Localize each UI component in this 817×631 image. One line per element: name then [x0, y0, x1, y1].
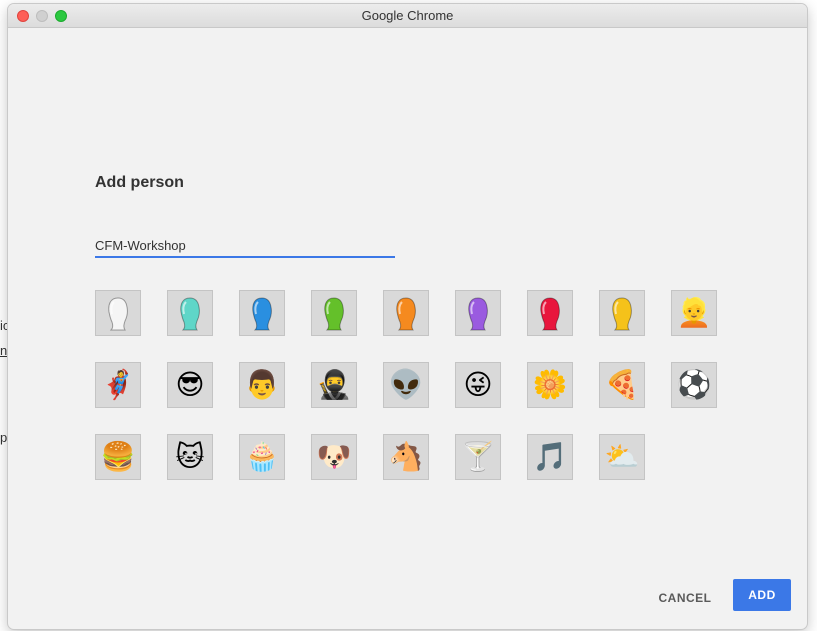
flower-icon: 🌼 [532, 368, 568, 401]
avatar-option[interactable]: 🍕 [599, 362, 645, 408]
avatar-option[interactable]: 👨 [239, 362, 285, 408]
avatar-option[interactable]: ⚽ [671, 362, 717, 408]
avatar-option[interactable]: 🦸 [95, 362, 141, 408]
avatar-option[interactable]: 🎵 [527, 434, 573, 480]
soccer-ball-icon: ⚽ [676, 368, 712, 401]
avatar-option[interactable] [239, 290, 285, 336]
avatar-option[interactable] [95, 290, 141, 336]
yellow-person-icon [612, 297, 632, 331]
avatar-option[interactable]: 👱 [671, 290, 717, 336]
avatar-option[interactable]: 🍔 [95, 434, 141, 480]
sun-cloud-icon: ⛅ [604, 440, 640, 473]
avatar-option[interactable]: 🐱 [167, 434, 213, 480]
chrome-window: Google Chrome Add person 👱 🦸 😎 👨 🥷 👽 😜 🌼 🍕 ⚽ 🍔 🐱 🧁 🐶 🐴… [8, 4, 807, 629]
alien-icon: 👽 [388, 368, 424, 401]
ninja-icon: 🥷 [316, 368, 352, 401]
superhero-icon: 🦸 [100, 368, 136, 401]
person-name-input[interactable] [95, 234, 395, 258]
teal-person-icon [180, 297, 200, 331]
blue-person-icon [252, 297, 272, 331]
cocktail-icon: 🍸 [460, 440, 496, 473]
avatar-option[interactable]: 😜 [455, 362, 501, 408]
add-button[interactable]: ADD [733, 579, 791, 611]
orange-person-icon [396, 297, 416, 331]
background-text-fragment: p [0, 430, 8, 445]
cancel-button[interactable]: CANCEL [648, 582, 722, 614]
horse-icon: 🐴 [388, 440, 424, 473]
window-title: Google Chrome [361, 8, 454, 23]
avatar-option[interactable]: ⛅ [599, 434, 645, 480]
avatar-option[interactable] [455, 290, 501, 336]
avatar-option[interactable] [311, 290, 357, 336]
avatar-option[interactable]: 👽 [383, 362, 429, 408]
green-person-icon [324, 297, 344, 331]
white-person-icon [108, 297, 128, 331]
avatar-option[interactable]: 😎 [167, 362, 213, 408]
title-bar: Google Chrome [8, 4, 807, 28]
cat-icon: 🐱 [175, 440, 205, 473]
smiley-icon: 😜 [463, 368, 493, 401]
avatar-option[interactable] [167, 290, 213, 336]
avatar-option[interactable]: 🐶 [311, 434, 357, 480]
dog-icon: 🐶 [316, 440, 352, 473]
avatar-option[interactable] [599, 290, 645, 336]
avatar-option[interactable]: 🌼 [527, 362, 573, 408]
purple-person-icon [468, 297, 488, 331]
blonde-woman-icon: 👱 [676, 296, 712, 329]
businessman-icon: 👨 [244, 368, 280, 401]
avatar-option[interactable] [383, 290, 429, 336]
music-note-icon: 🎵 [532, 440, 568, 473]
dialog-heading: Add person [95, 174, 184, 191]
avatar-option[interactable]: 🐴 [383, 434, 429, 480]
avatar-option[interactable] [527, 290, 573, 336]
avatar-option[interactable]: 🧁 [239, 434, 285, 480]
avatar-option[interactable]: 🥷 [311, 362, 357, 408]
avatar-option[interactable]: 🍸 [455, 434, 501, 480]
cupcake-icon: 🧁 [244, 440, 280, 473]
burger-icon: 🍔 [100, 440, 136, 473]
woman-sunglasses-icon: 😎 [175, 368, 205, 401]
red-person-icon [540, 297, 560, 331]
pizza-icon: 🍕 [604, 368, 640, 401]
